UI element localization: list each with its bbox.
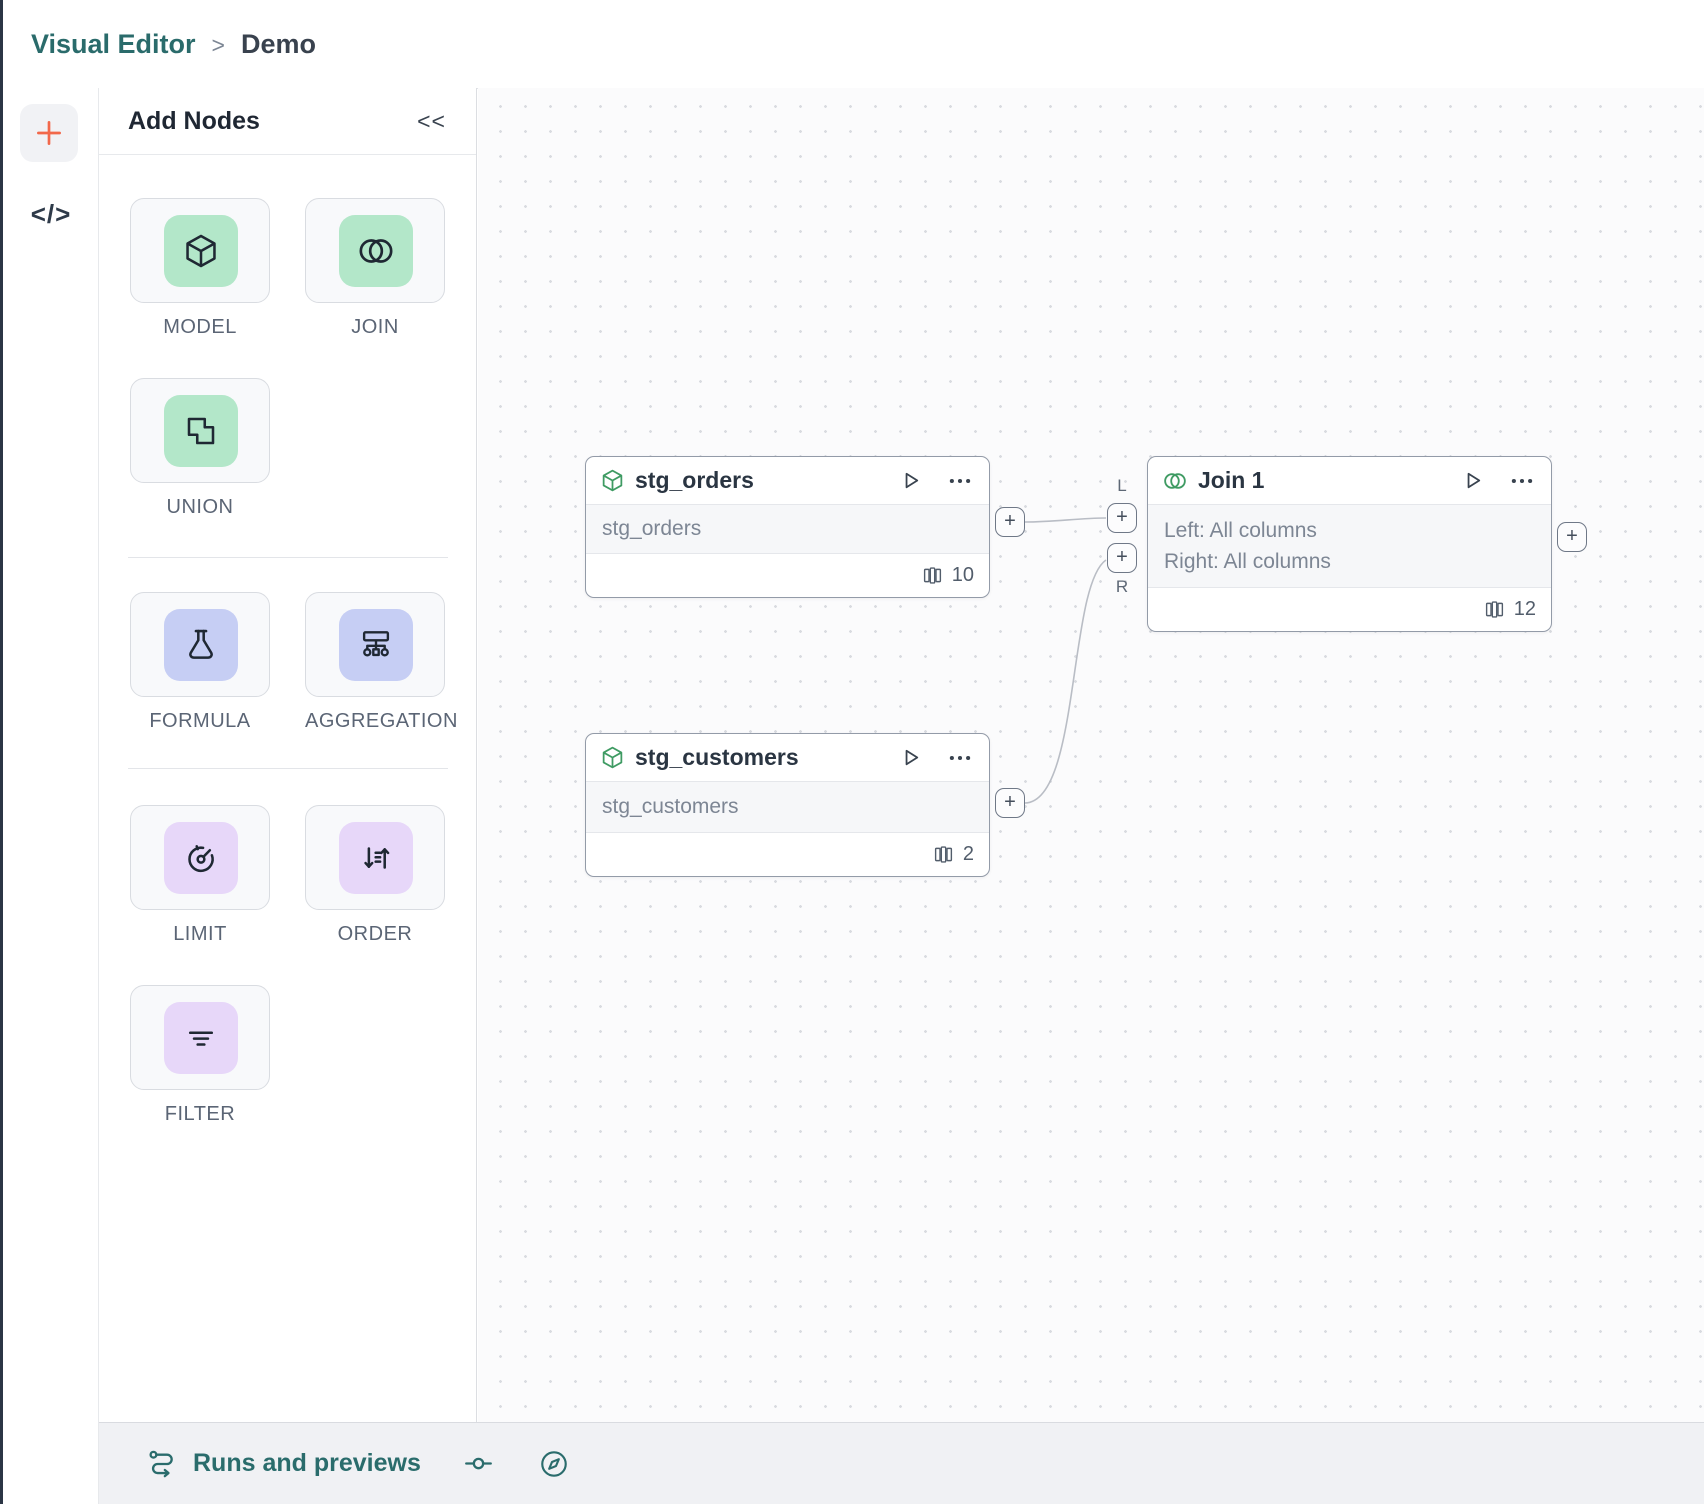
palette-item-label-model: MODEL	[130, 316, 270, 339]
node-join-1[interactable]: Join 1 Left: All columns Right: All colu…	[1147, 456, 1552, 632]
palette-item-union[interactable]	[130, 378, 270, 483]
port-plus-join-left-input[interactable]: +	[1107, 503, 1137, 533]
commit-icon[interactable]	[463, 1448, 494, 1479]
model-cube-icon	[600, 745, 625, 770]
palette-item-limit[interactable]	[130, 805, 270, 910]
palette-item-formula[interactable]	[130, 592, 270, 697]
header: Visual Editor > Demo	[3, 0, 1704, 88]
port-plus-stg-customers-output[interactable]: +	[995, 788, 1025, 818]
palette-item-label-aggregation: AGGREGATION	[305, 710, 445, 733]
code-view-button[interactable]: </>	[3, 184, 99, 244]
breadcrumb-current: Demo	[241, 29, 316, 60]
columns-icon	[933, 844, 954, 865]
node-body: stg_orders	[586, 504, 989, 554]
column-count: 10	[952, 564, 974, 587]
port-plus-join-right-input[interactable]: +	[1107, 543, 1137, 573]
node-body: Left: All columns Right: All columns	[1148, 504, 1551, 588]
status-bar: Runs and previews	[99, 1422, 1704, 1504]
breadcrumb-separator-icon: >	[212, 32, 225, 59]
node-stg-customers[interactable]: stg_customers stg_customers 2	[585, 733, 990, 877]
join-left-config: Left: All columns	[1164, 515, 1535, 546]
node-body: stg_customers	[586, 781, 989, 833]
node-menu-icon[interactable]	[947, 468, 973, 494]
compass-icon[interactable]	[538, 1448, 570, 1480]
node-footer: 2	[586, 833, 989, 876]
left-toolbar: </>	[3, 88, 99, 1504]
node-header: stg_customers	[586, 734, 989, 781]
cube-icon	[164, 215, 238, 287]
add-node-button[interactable]	[20, 104, 78, 162]
port-plus-stg-orders-output[interactable]: +	[995, 507, 1025, 537]
node-header: Join 1	[1148, 457, 1551, 504]
panel-title: Add Nodes	[128, 107, 260, 136]
palette-item-filter[interactable]	[130, 985, 270, 1090]
palette-divider	[128, 557, 448, 558]
node-title: stg_orders	[635, 467, 874, 494]
palette-divider	[128, 768, 448, 769]
palette-item-label-union: UNION	[130, 496, 270, 519]
runs-and-previews-button[interactable]: Runs and previews	[147, 1448, 421, 1479]
hierarchy-icon	[339, 609, 413, 681]
palette-item-join[interactable]	[305, 198, 445, 303]
node-menu-icon[interactable]	[1509, 468, 1535, 494]
collapse-panel-icon[interactable]: <<	[417, 108, 446, 135]
column-count: 12	[1514, 598, 1536, 621]
run-node-button[interactable]	[1460, 468, 1485, 493]
plus-icon	[32, 116, 66, 150]
node-header: stg_orders	[586, 457, 989, 504]
node-menu-icon[interactable]	[947, 745, 973, 771]
breadcrumb-visual-editor[interactable]: Visual Editor	[31, 29, 196, 60]
run-node-button[interactable]	[898, 745, 923, 770]
flask-icon	[164, 609, 238, 681]
node-title: Join 1	[1198, 467, 1436, 494]
columns-icon	[922, 565, 943, 586]
port-plus-join-output[interactable]: +	[1557, 522, 1587, 552]
node-footer: 10	[586, 554, 989, 597]
port-label-right: R	[1107, 577, 1137, 597]
palette-item-label-formula: FORMULA	[130, 710, 270, 733]
node-model-reference: stg_orders	[602, 517, 973, 541]
palette-item-label-filter: FILTER	[130, 1103, 270, 1126]
node-stg-orders[interactable]: stg_orders stg_orders 10	[585, 456, 990, 598]
app-root: Visual Editor > Demo </> Add Nodes << MO…	[0, 0, 1704, 1504]
join-right-config: Right: All columns	[1164, 546, 1535, 577]
canvas[interactable]: stg_orders stg_orders 10	[478, 88, 1704, 1422]
venn-icon	[339, 215, 413, 287]
add-nodes-panel: Add Nodes << MODEL JOIN UNION	[99, 88, 477, 1422]
union-icon	[164, 395, 238, 467]
palette-item-aggregation[interactable]	[305, 592, 445, 697]
palette-item-label-join: JOIN	[305, 316, 445, 339]
join-venn-icon	[1162, 468, 1188, 494]
palette-item-label-limit: LIMIT	[130, 923, 270, 946]
route-icon	[147, 1448, 178, 1479]
run-node-button[interactable]	[898, 468, 923, 493]
sort-arrows-icon	[339, 822, 413, 894]
column-count: 2	[963, 843, 974, 866]
columns-icon	[1484, 599, 1505, 620]
add-nodes-panel-header: Add Nodes <<	[99, 88, 476, 155]
palette-item-label-order: ORDER	[305, 923, 445, 946]
model-cube-icon	[600, 468, 625, 493]
runs-and-previews-label: Runs and previews	[193, 1449, 421, 1478]
palette-item-model[interactable]	[130, 198, 270, 303]
node-title: stg_customers	[635, 744, 874, 771]
filter-lines-icon	[164, 1002, 238, 1074]
port-label-left: L	[1107, 476, 1137, 496]
gauge-icon	[164, 822, 238, 894]
palette-item-order[interactable]	[305, 805, 445, 910]
node-model-reference: stg_customers	[602, 795, 973, 819]
node-footer: 12	[1148, 588, 1551, 631]
